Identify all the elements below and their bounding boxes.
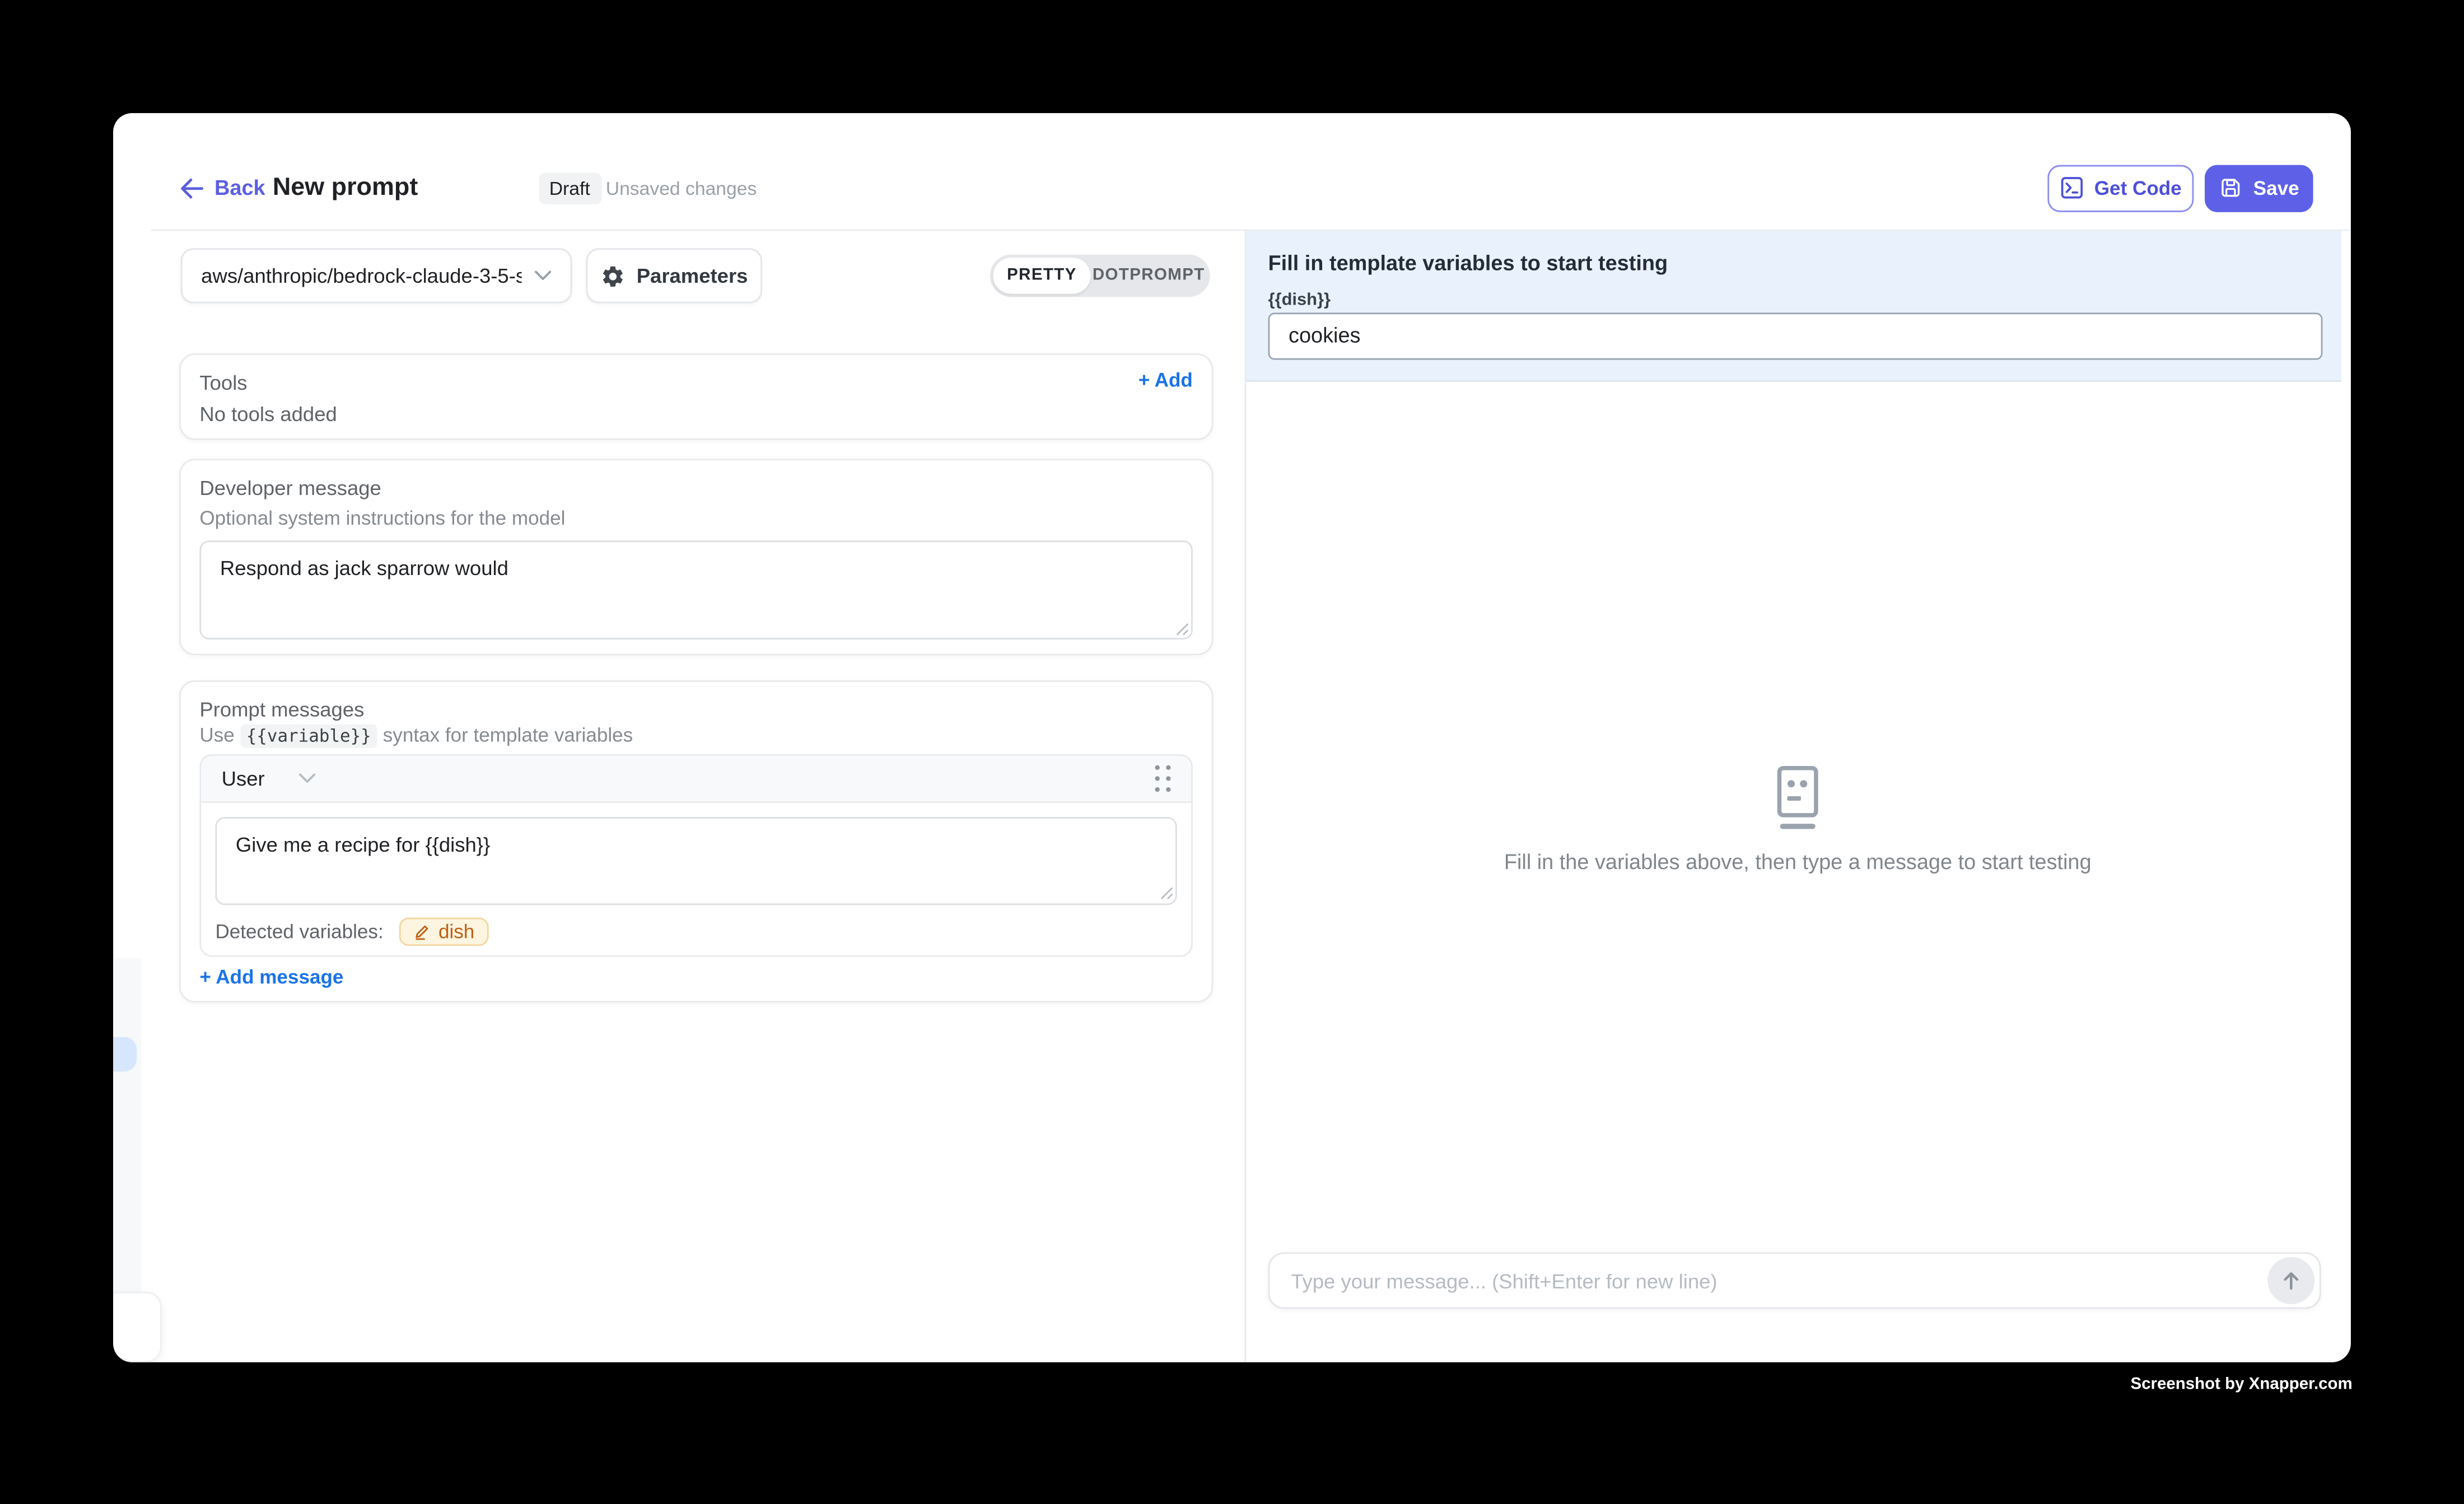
toggle-option-dotprompt[interactable]: DOTPROMPT bbox=[1090, 257, 1207, 293]
get-code-label: Get Code bbox=[2094, 177, 2182, 199]
back-label: Back bbox=[214, 176, 265, 199]
tools-title: Tools bbox=[199, 371, 247, 394]
detected-variables-row: Detected variables: dish bbox=[215, 918, 488, 946]
panel-divider bbox=[1244, 230, 1246, 1362]
developer-message-textarea[interactable]: Respond as jack sparrow would bbox=[199, 540, 1192, 639]
tools-card: Tools + Add No tools added bbox=[179, 353, 1213, 440]
model-selector-value: aws/anthropic/bedrock-claude-3-5-s... bbox=[201, 264, 521, 287]
chat-message-input[interactable] bbox=[1269, 1254, 2267, 1307]
prompt-messages-title: Prompt messages bbox=[199, 698, 364, 721]
sidebar-bottom-card bbox=[113, 1292, 161, 1362]
save-label: Save bbox=[2253, 177, 2299, 199]
prompt-messages-card: Prompt messages Use {{variable}} syntax … bbox=[179, 680, 1213, 1002]
toggle-option-pretty[interactable]: PRETTY bbox=[993, 257, 1090, 293]
add-tool-button[interactable]: + Add bbox=[1138, 369, 1193, 391]
screenshot-stage: Back New prompt Draft Unsaved changes Ge… bbox=[0, 0, 2464, 1503]
watermark-text: Screenshot by Xnapper.com bbox=[2130, 1374, 2352, 1393]
status-badge: Draft bbox=[538, 173, 601, 204]
template-variables-panel: Fill in template variables to start test… bbox=[1246, 230, 2341, 382]
edit-pencil-icon bbox=[413, 922, 431, 941]
role-selector-value: User bbox=[222, 767, 265, 790]
prompt-message-item: User Give me a recipe for {{dish}} bbox=[199, 754, 1192, 957]
view-mode-toggle: PRETTY DOTPROMPT bbox=[990, 254, 1210, 296]
message-content-textarea[interactable]: Give me a recipe for {{dish}} bbox=[215, 816, 1177, 904]
prompt-messages-hint: Use {{variable}} syntax for template var… bbox=[199, 725, 633, 746]
variable-chip-label: dish bbox=[438, 921, 474, 942]
parameters-label: Parameters bbox=[637, 264, 748, 287]
unsaved-changes-text: Unsaved changes bbox=[606, 178, 757, 199]
get-code-button[interactable]: Get Code bbox=[2047, 164, 2194, 211]
developer-message-card: Developer message Optional system instru… bbox=[179, 459, 1213, 655]
hint-prefix: Use bbox=[199, 725, 240, 746]
variable-value-input[interactable] bbox=[1268, 312, 2322, 360]
save-icon bbox=[2219, 176, 2242, 199]
role-selector[interactable]: User bbox=[222, 767, 317, 790]
sidebar-sliver bbox=[113, 959, 141, 1292]
resize-grip-icon[interactable] bbox=[1159, 886, 1173, 900]
variable-chip-dish[interactable]: dish bbox=[399, 918, 489, 946]
save-button[interactable]: Save bbox=[2205, 164, 2313, 211]
arrow-left-icon bbox=[178, 175, 203, 200]
terminal-icon bbox=[2060, 176, 2083, 199]
detected-variables-label: Detected variables: bbox=[215, 921, 383, 942]
robot-face-icon bbox=[1766, 763, 1828, 832]
chevron-down-icon bbox=[534, 270, 552, 282]
developer-message-hint: Optional system instructions for the mod… bbox=[199, 507, 565, 529]
page-title: New prompt bbox=[273, 174, 418, 203]
parameters-button[interactable]: Parameters bbox=[586, 248, 762, 303]
variable-name-label: {{dish}} bbox=[1268, 290, 1331, 309]
variable-syntax-chip: {{variable}} bbox=[240, 725, 377, 748]
message-header: User bbox=[201, 756, 1191, 802]
tester-empty-state-text: Fill in the variables above, then type a… bbox=[1245, 849, 2350, 873]
back-button[interactable]: Back bbox=[178, 172, 265, 203]
chat-input-container bbox=[1267, 1252, 2320, 1309]
model-selector[interactable]: aws/anthropic/bedrock-claude-3-5-s... bbox=[181, 248, 572, 303]
hint-suffix: syntax for template variables bbox=[377, 725, 633, 746]
variables-panel-title: Fill in template variables to start test… bbox=[1268, 251, 1668, 274]
send-button[interactable] bbox=[2267, 1257, 2314, 1304]
arrow-up-icon bbox=[2279, 1269, 2301, 1291]
drag-handle-icon[interactable] bbox=[1155, 765, 1170, 792]
developer-message-title: Developer message bbox=[199, 476, 381, 499]
app-window: Back New prompt Draft Unsaved changes Ge… bbox=[113, 113, 2350, 1362]
chevron-down-icon bbox=[299, 773, 316, 784]
resize-grip-icon[interactable] bbox=[1175, 622, 1189, 636]
gear-icon bbox=[600, 263, 626, 288]
tools-empty-text: No tools added bbox=[199, 402, 337, 426]
sidebar-active-item[interactable] bbox=[113, 1037, 136, 1071]
add-message-button[interactable]: + Add message bbox=[199, 966, 343, 988]
